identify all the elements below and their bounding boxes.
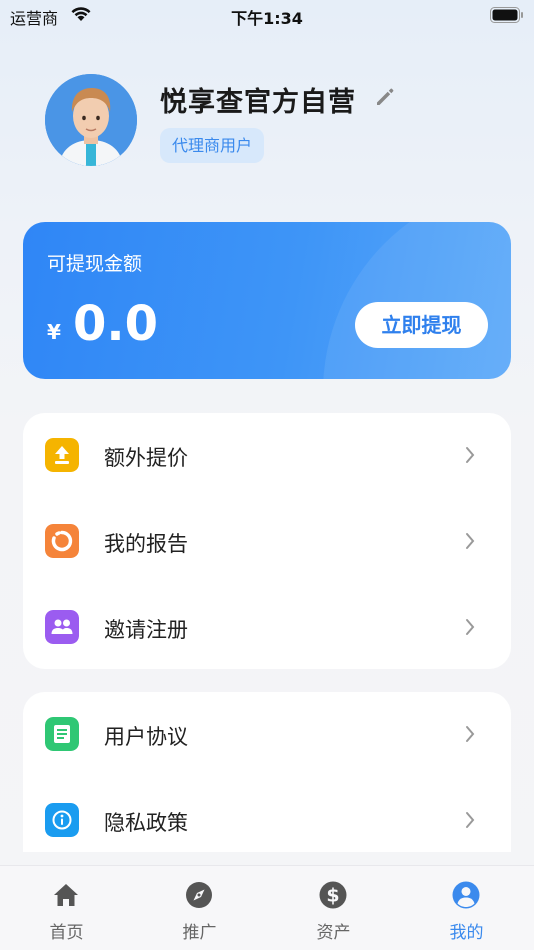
- edit-icon[interactable]: [374, 86, 396, 108]
- dollar-icon: $: [319, 881, 347, 909]
- group-icon: [45, 610, 79, 644]
- compass-icon: [186, 882, 212, 908]
- info-icon: [45, 803, 79, 837]
- tab-label: 推广: [182, 923, 217, 943]
- tab-bar: 首页 推广 $ 资产 我的: [0, 865, 534, 950]
- tab-label: 首页: [49, 923, 84, 943]
- menu-item-invite-register[interactable]: 邀请注册: [23, 585, 511, 669]
- balance-amount: 0.0: [73, 296, 159, 352]
- tab-mine[interactable]: 我的: [400, 866, 533, 950]
- chevron-right-icon: [466, 447, 475, 463]
- report-icon: [45, 524, 79, 558]
- balance-label: 可提现金额: [47, 253, 143, 275]
- upload-icon: [45, 438, 79, 472]
- menu-item-label: 隐私政策: [104, 811, 188, 835]
- document-icon: [45, 717, 79, 751]
- status-bar: 运营商 下午1:34: [0, 0, 534, 30]
- menu-item-privacy-policy[interactable]: 隐私政策: [23, 778, 511, 852]
- avatar[interactable]: [45, 74, 137, 166]
- home-icon: [54, 884, 78, 906]
- menu-item-label: 邀请注册: [104, 618, 188, 642]
- menu-item-label: 我的报告: [104, 532, 188, 556]
- withdraw-button[interactable]: 立即提现: [355, 302, 488, 348]
- menu-item-label: 额外提价: [104, 446, 188, 470]
- user-icon: [452, 881, 480, 909]
- tab-promote[interactable]: 推广: [133, 866, 266, 950]
- menu-group-primary: 额外提价 我的报告 邀请注册: [23, 413, 511, 669]
- svg-text:$: $: [326, 885, 339, 907]
- tab-label: 我的: [449, 923, 484, 943]
- avatar-illustration: [45, 74, 137, 166]
- tab-assets[interactable]: $ 资产: [267, 866, 400, 950]
- menu-group-secondary: 用户协议 隐私政策: [23, 692, 511, 852]
- menu-item-label: 用户协议: [104, 725, 188, 749]
- chevron-right-icon: [466, 726, 475, 742]
- menu-item-user-agreement[interactable]: 用户协议: [23, 692, 511, 778]
- chevron-right-icon: [466, 812, 475, 828]
- tab-home[interactable]: 首页: [0, 866, 133, 950]
- tab-label: 资产: [316, 923, 351, 943]
- menu-item-extra-price[interactable]: 额外提价: [23, 413, 511, 499]
- username: 悦享查官方自营: [160, 87, 356, 118]
- role-badge: 代理商用户: [160, 128, 265, 163]
- chevron-right-icon: [466, 619, 475, 635]
- chevron-right-icon: [466, 533, 475, 549]
- clock: 下午1:34: [231, 9, 303, 28]
- battery-icon: [490, 7, 523, 23]
- balance-card: 可提现金额 ¥ 0.0 立即提现: [23, 222, 511, 379]
- menu-item-my-reports[interactable]: 我的报告: [23, 499, 511, 585]
- card-decoration: [323, 222, 511, 379]
- currency-symbol: ¥: [47, 320, 61, 344]
